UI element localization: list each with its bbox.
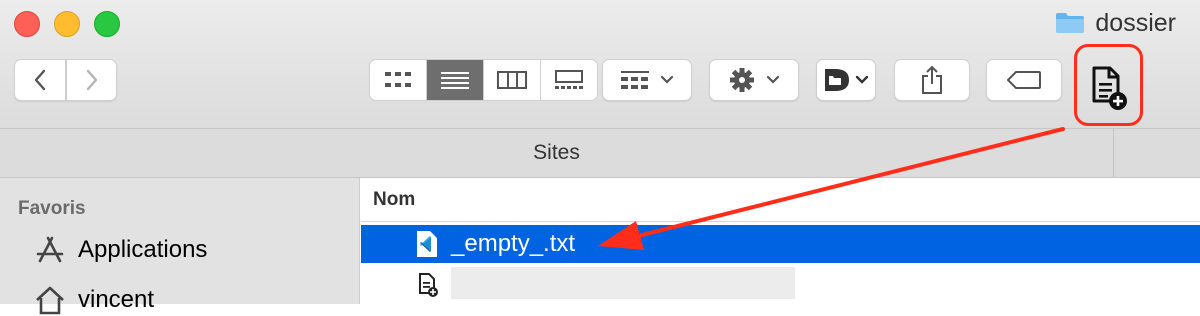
action-menu-button[interactable] (709, 59, 799, 101)
annotation-highlight-box (1074, 44, 1143, 126)
chevron-down-icon (766, 75, 780, 84)
zoom-window-button[interactable] (94, 11, 120, 37)
window-toolbar: dossier (0, 0, 1200, 128)
redacted-file-name (451, 267, 795, 299)
sidebar-item-label: Applications (78, 236, 208, 263)
chevron-left-icon (34, 69, 46, 91)
group-by-button[interactable] (602, 59, 692, 101)
file-row[interactable] (361, 266, 1200, 304)
column-header-label: Nom (373, 188, 416, 210)
vscode-file-icon (417, 231, 437, 257)
forward-button[interactable] (66, 59, 117, 101)
view-mode-control (369, 59, 598, 101)
current-folder-title: Sites (533, 141, 580, 164)
file-list: Nom _empty_.txt (361, 178, 1200, 304)
icon-view-button[interactable] (370, 60, 427, 100)
path-bar: Sites (0, 128, 1200, 178)
sidebar-item-applications[interactable]: Applications (34, 234, 207, 266)
home-icon (36, 286, 64, 315)
columns-icon (497, 71, 527, 89)
share-button[interactable] (894, 59, 970, 101)
tag-icon (1007, 71, 1041, 89)
file-name: _empty_.txt (451, 230, 576, 257)
divider (1113, 129, 1114, 177)
chevron-right-icon (86, 69, 97, 91)
gear-icon (730, 68, 754, 92)
list-icon (441, 72, 469, 89)
group-icon (621, 71, 649, 89)
share-icon (922, 65, 942, 94)
grid-icon (385, 72, 411, 87)
minimize-window-button[interactable] (54, 11, 80, 37)
default-folder-icon (825, 69, 849, 91)
close-window-button[interactable] (14, 11, 40, 37)
file-row[interactable]: _empty_.txt (361, 225, 1200, 263)
sidebar-item-label: vincent (78, 286, 155, 313)
window-title-text: dossier (1095, 8, 1176, 37)
folder-icon (1055, 12, 1085, 34)
gallery-icon (555, 70, 583, 89)
back-button[interactable] (14, 59, 66, 101)
sidebar-item-vincent[interactable]: vincent (34, 284, 154, 316)
default-folder-button[interactable] (816, 59, 876, 101)
column-view-button[interactable] (484, 60, 541, 100)
list-view-button[interactable] (427, 60, 484, 100)
gallery-view-button[interactable] (541, 60, 597, 100)
window-title: dossier (1055, 8, 1176, 38)
sidebar-section-favorites: Favoris (18, 198, 86, 219)
chevron-down-icon (660, 75, 674, 84)
applications-icon (36, 236, 64, 263)
chevron-down-icon (855, 75, 869, 84)
tags-button[interactable] (986, 59, 1062, 101)
sidebar: Favoris Applications vincent (0, 178, 360, 315)
document-icon (419, 273, 438, 297)
column-header-name[interactable]: Nom (361, 178, 1200, 222)
